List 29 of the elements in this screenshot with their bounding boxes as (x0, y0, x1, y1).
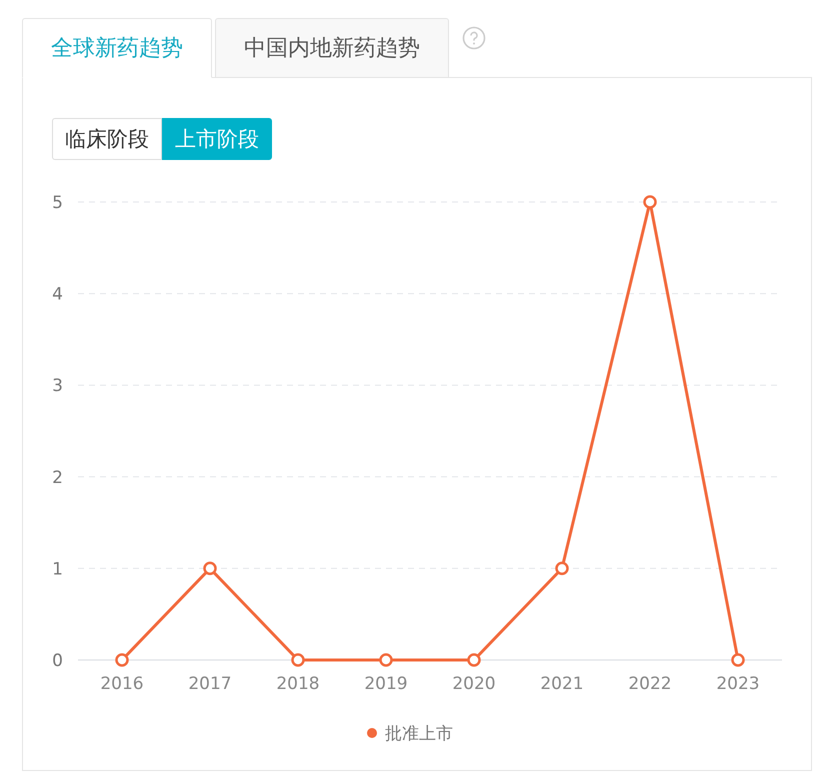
help-icon[interactable] (462, 26, 486, 50)
tab[interactable]: 全球新药趋势 (22, 18, 212, 78)
legend-marker[interactable] (367, 728, 377, 738)
y-tick-label: 4 (52, 284, 63, 305)
x-tick-label: 2019 (364, 674, 408, 694)
y-tick-label: 2 (52, 468, 63, 488)
x-tick-label: 2023 (716, 674, 760, 694)
data-point (555, 562, 569, 576)
tab[interactable]: 中国内地新药趋势 (215, 18, 449, 78)
x-tick-label: 2022 (628, 674, 672, 694)
x-tick-label: 2018 (276, 674, 320, 694)
x-tick-label: 2017 (188, 674, 232, 694)
y-tick-label: 0 (52, 651, 63, 671)
legend-label[interactable]: 批准上市 (385, 724, 453, 744)
y-tick-label: 3 (52, 376, 63, 396)
data-point (115, 653, 129, 667)
x-tick-label: 2016 (100, 674, 144, 694)
data-point (203, 562, 217, 576)
x-tick-label: 2021 (540, 674, 584, 694)
y-tick-label: 1 (52, 559, 63, 580)
data-point (291, 653, 305, 667)
data-point (467, 653, 481, 667)
x-tick-label: 2020 (452, 674, 496, 694)
y-tick-label: 5 (52, 193, 63, 213)
data-point (643, 195, 657, 209)
data-point (731, 653, 745, 667)
data-point (379, 653, 393, 667)
segment-button[interactable]: 临床阶段 (52, 118, 162, 160)
segment-button[interactable]: 上市阶段 (162, 118, 272, 160)
